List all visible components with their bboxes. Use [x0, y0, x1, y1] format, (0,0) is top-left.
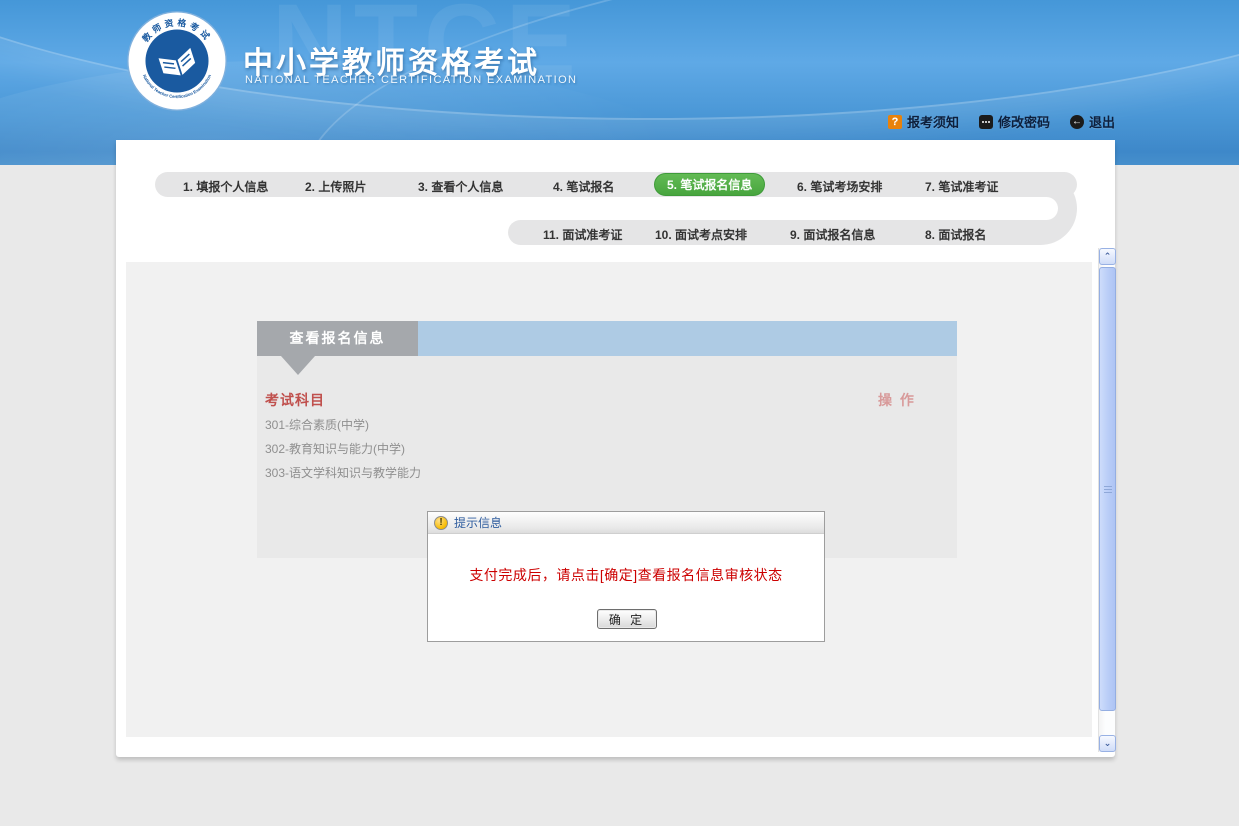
tab-pointer-arrow: [281, 356, 315, 375]
question-icon: ?: [888, 115, 902, 129]
step-3-view-personal-info[interactable]: 3. 查看个人信息: [418, 178, 503, 195]
change-password-label: 修改密码: [998, 112, 1050, 131]
site-subtitle: NATIONAL TEACHER CERTIFICATION EXAMINATI…: [245, 74, 577, 86]
main-container: 1. 填报个人信息 2. 上传照片 3. 查看个人信息 4. 笔试报名 5. 笔…: [116, 140, 1115, 757]
password-icon: [979, 115, 993, 129]
scrollbar-thumb[interactable]: [1099, 267, 1116, 711]
dialog-title: 提示信息: [454, 514, 502, 531]
content-panel: 查看报名信息 考试科目 操 作 301-综合素质(中学) 302-教育知识与能力…: [126, 262, 1092, 737]
ntce-logo-icon: 教师资格考试 National Teacher Certification Ex…: [126, 10, 228, 112]
step-10-interview-site[interactable]: 10. 面试考点安排: [655, 226, 747, 243]
section-header-bar: 查看报名信息: [257, 321, 957, 356]
view-registration-info-tab: 查看报名信息: [257, 321, 418, 356]
change-password-link[interactable]: 修改密码: [979, 112, 1050, 131]
scroll-up-button[interactable]: ⌃: [1099, 248, 1116, 265]
subject-item-301: 301-综合素质(中学): [265, 416, 369, 433]
subject-item-302: 302-教育知识与能力(中学): [265, 440, 405, 457]
vertical-scrollbar[interactable]: ⌃ ⌄: [1098, 248, 1115, 752]
exam-subjects-header: 考试科目: [265, 390, 325, 410]
step-2-upload-photo[interactable]: 2. 上传照片: [305, 178, 366, 195]
step-6-written-exam-room[interactable]: 6. 笔试考场安排: [797, 178, 882, 195]
notice-link-label: 报考须知: [907, 112, 959, 131]
subject-item-303: 303-语文学科知识与教学能力: [265, 464, 421, 481]
step-4-written-exam-registration[interactable]: 4. 笔试报名: [553, 178, 614, 195]
logout-link[interactable]: ← 退出: [1070, 112, 1115, 131]
operation-header: 操 作: [878, 390, 916, 410]
exit-icon: ←: [1070, 115, 1084, 129]
scroll-down-button[interactable]: ⌄: [1099, 735, 1116, 752]
ok-button[interactable]: 确 定: [597, 609, 657, 629]
logout-label: 退出: [1089, 112, 1115, 131]
step-1-fill-personal-info[interactable]: 1. 填报个人信息: [183, 178, 268, 195]
step-9-interview-registration-info[interactable]: 9. 面试报名信息: [790, 226, 875, 243]
info-warning-icon: !: [434, 516, 448, 530]
stepnav-ribbon-slot: [496, 197, 1058, 220]
step-5-written-exam-registration-info[interactable]: 5. 笔试报名信息: [654, 173, 765, 196]
top-links: ? 报考须知 修改密码 ← 退出: [888, 112, 1115, 131]
prompt-dialog: ! 提示信息 支付完成后，请点击[确定]查看报名信息审核状态 确 定: [427, 511, 825, 642]
step-7-written-exam-admission-ticket[interactable]: 7. 笔试准考证: [925, 178, 998, 195]
scrollbar-grip: [1104, 489, 1112, 490]
notice-link[interactable]: ? 报考须知: [888, 112, 959, 131]
step-8-interview-registration[interactable]: 8. 面试报名: [925, 226, 986, 243]
page: NTCE 教师资格考试 National Teacher Certificati…: [0, 0, 1239, 826]
step-11-interview-admission-ticket[interactable]: 11. 面试准考证: [543, 226, 622, 243]
dialog-message: 支付完成后，请点击[确定]查看报名信息审核状态: [428, 565, 824, 585]
dialog-title-bar: ! 提示信息: [428, 512, 824, 534]
